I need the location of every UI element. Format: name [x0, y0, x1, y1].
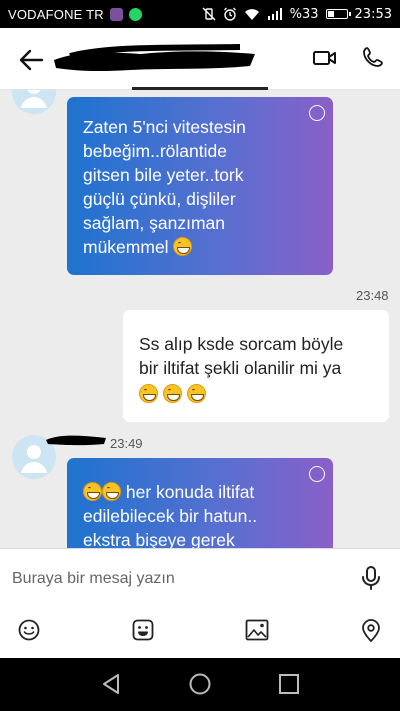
nav-recents-icon[interactable] — [278, 672, 300, 696]
avatar — [12, 90, 56, 114]
grinning-emoji-icon — [102, 482, 121, 501]
message-composer — [0, 548, 400, 658]
alarm-icon — [223, 7, 236, 21]
redacted-sender-name — [46, 435, 106, 446]
message-list[interactable]: Zaten 5'nci vitestesin bebeğim..rölantid… — [0, 90, 400, 548]
message-time: 23:49 — [110, 436, 143, 451]
message-text: mükemmel — [83, 237, 169, 257]
vibrate-off-icon — [202, 7, 216, 21]
message-text: güçlü çünkü, dişliler — [83, 189, 236, 209]
message-text: sağlam, şanzıman — [83, 213, 226, 233]
message-text: Ss alıp ksde sorcam böyle — [139, 334, 344, 354]
message-input[interactable] — [12, 567, 342, 591]
system-nav-bar — [0, 658, 400, 711]
reaction-icon[interactable] — [309, 105, 325, 121]
whatsapp-icon — [128, 7, 142, 21]
message-text: edilebilecek bir hatun.. — [83, 506, 258, 526]
grinning-emoji-icon — [186, 384, 206, 403]
message-bubble-outgoing[interactable]: Ss alıp ksde sorcam böyle bir iltifat şe… — [123, 310, 389, 422]
message-bubble-incoming[interactable]: Zaten 5'nci vitestesin bebeğim..rölantid… — [67, 97, 333, 275]
grinning-emoji-icon — [139, 384, 158, 403]
viber-icon — [109, 7, 123, 21]
emoji-icon[interactable] — [18, 619, 40, 641]
location-icon[interactable] — [361, 619, 381, 643]
reaction-icon[interactable] — [309, 466, 325, 482]
wifi-icon — [244, 8, 259, 20]
image-icon[interactable] — [245, 619, 269, 641]
message-text: bir iltifat şekli olanilir mi ya — [139, 358, 342, 378]
message-time: 23:48 — [356, 288, 389, 303]
clock: 23:53 — [354, 6, 392, 22]
carrier-name: VODAFONE TR — [8, 6, 104, 22]
microphone-icon[interactable] — [360, 565, 382, 591]
message-text: gitsen bile yeter..tork — [83, 165, 244, 185]
battery-icon — [325, 9, 351, 19]
grinning-emoji-icon — [173, 237, 193, 256]
message-bubble-incoming[interactable]: her konuda iltifat edilebilecek bir hatu… — [67, 458, 333, 548]
redacted-contact-name — [54, 44, 255, 72]
sticker-icon[interactable] — [132, 619, 154, 641]
chat-header — [0, 28, 400, 90]
battery-percent: %33 — [289, 6, 319, 22]
video-call-icon[interactable] — [312, 48, 338, 68]
phone-icon[interactable] — [362, 46, 384, 68]
message-text: bebeğim..rölantide — [83, 141, 227, 161]
signal-icon — [267, 8, 282, 20]
grinning-emoji-icon — [83, 482, 102, 501]
nav-back-icon[interactable] — [100, 672, 122, 696]
status-bar: VODAFONE TR %33 23:53 — [0, 0, 400, 28]
nav-home-icon[interactable] — [188, 672, 212, 696]
grinning-emoji-icon — [162, 384, 182, 403]
message-text: ekstra bişeye gerek — [83, 530, 235, 548]
message-text: her konuda iltifat — [125, 482, 255, 502]
arrow-left-icon[interactable] — [16, 46, 46, 74]
message-text: Zaten 5'nci vitestesin — [83, 117, 246, 137]
